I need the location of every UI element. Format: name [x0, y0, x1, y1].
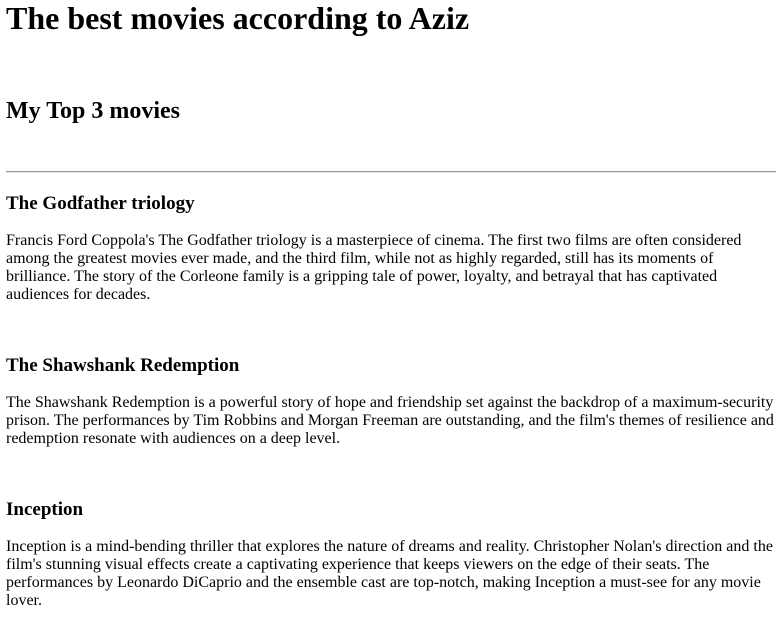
movie-section-inception: Inception Inception is a mind-bending th…: [6, 499, 774, 610]
movie-description: Francis Ford Coppola's The Godfather tri…: [6, 232, 742, 303]
movie-description: Inception is a mind-bending thriller tha…: [6, 538, 773, 609]
movie-title: The Godfather triology: [6, 193, 195, 214]
page-subtitle: My Top 3 movies: [6, 98, 181, 124]
movie-section-shawshank: The Shawshank Redemption The Shawshank R…: [6, 355, 774, 448]
movie-section-godfather: The Godfather triology Francis Ford Copp…: [6, 193, 774, 304]
divider: [6, 171, 776, 173]
movie-title: Inception: [6, 499, 84, 520]
page-title: The best movies according to Aziz: [6, 0, 470, 36]
movie-description: The Shawshank Redemption is a powerful s…: [6, 394, 774, 447]
movie-title: The Shawshank Redemption: [6, 355, 240, 376]
